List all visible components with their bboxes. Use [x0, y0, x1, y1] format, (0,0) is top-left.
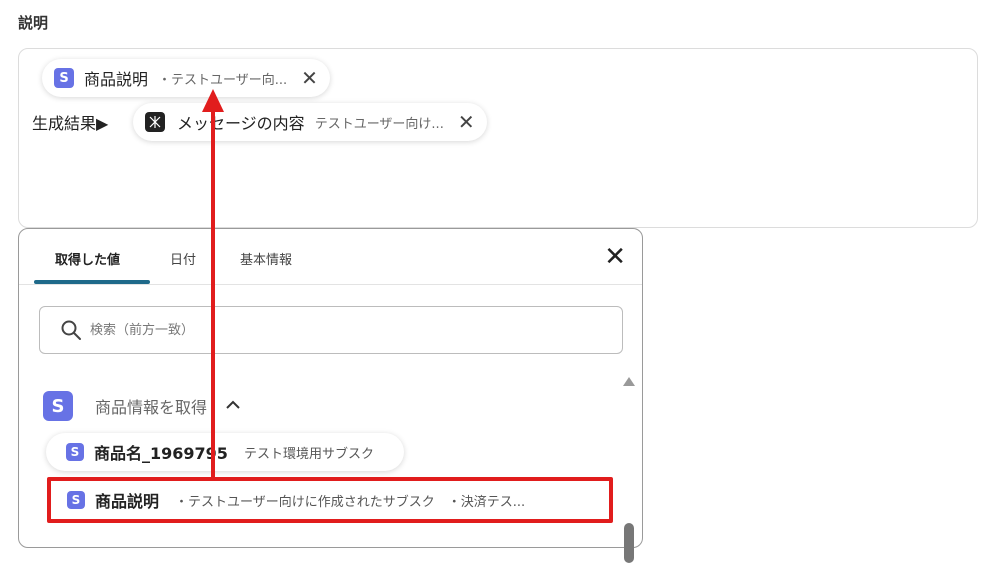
scroll-up-arrow[interactable] — [623, 377, 635, 386]
group-title: 商品情報を取得 — [95, 398, 208, 417]
chip-message-content[interactable]: メッセージの内容 テストユーザー向け... ✕ — [133, 103, 487, 141]
tab-acquired-values[interactable]: 取得した値 — [55, 249, 120, 268]
chevron-up-icon[interactable] — [225, 398, 241, 414]
search-input[interactable] — [88, 321, 588, 339]
search-icon — [61, 320, 81, 340]
highlight-box — [47, 477, 613, 523]
scrollbar[interactable] — [622, 377, 636, 563]
stripe-icon: S — [66, 443, 84, 461]
scroll-thumb[interactable] — [624, 523, 634, 563]
search-box[interactable] — [39, 306, 623, 354]
list-item[interactable]: S 商品名_1969795 テスト環境用サブスク — [46, 433, 404, 471]
result-label: 生成結果▶ — [32, 114, 109, 133]
stripe-icon: S — [54, 68, 74, 88]
chip-product-description[interactable]: S 商品説明 ・テストユーザー向... ✕ — [42, 59, 330, 97]
close-icon[interactable]: ✕ — [604, 244, 626, 270]
item-preview: テスト環境用サブスク — [243, 446, 374, 462]
chip-preview: テストユーザー向け... — [314, 116, 444, 132]
item-name: 商品名_1969795 — [94, 444, 228, 463]
ai-icon — [145, 112, 165, 132]
field-title: 説明 — [18, 14, 49, 32]
group-header-product-info[interactable]: S 商品情報を取得 — [43, 391, 241, 421]
tab-date[interactable]: 日付 — [170, 249, 196, 268]
tab-basic-info[interactable]: 基本情報 — [240, 249, 292, 268]
close-icon[interactable]: ✕ — [458, 112, 475, 132]
chip-preview: ・テストユーザー向... — [158, 72, 288, 88]
tab-bar: 取得した値 日付 基本情報 — [19, 229, 642, 285]
active-tab-underline — [34, 280, 150, 284]
close-icon[interactable]: ✕ — [301, 68, 318, 88]
stripe-icon: S — [43, 391, 73, 421]
chip-name: メッセージの内容 — [177, 114, 305, 133]
chip-name: 商品説明 — [84, 70, 149, 89]
